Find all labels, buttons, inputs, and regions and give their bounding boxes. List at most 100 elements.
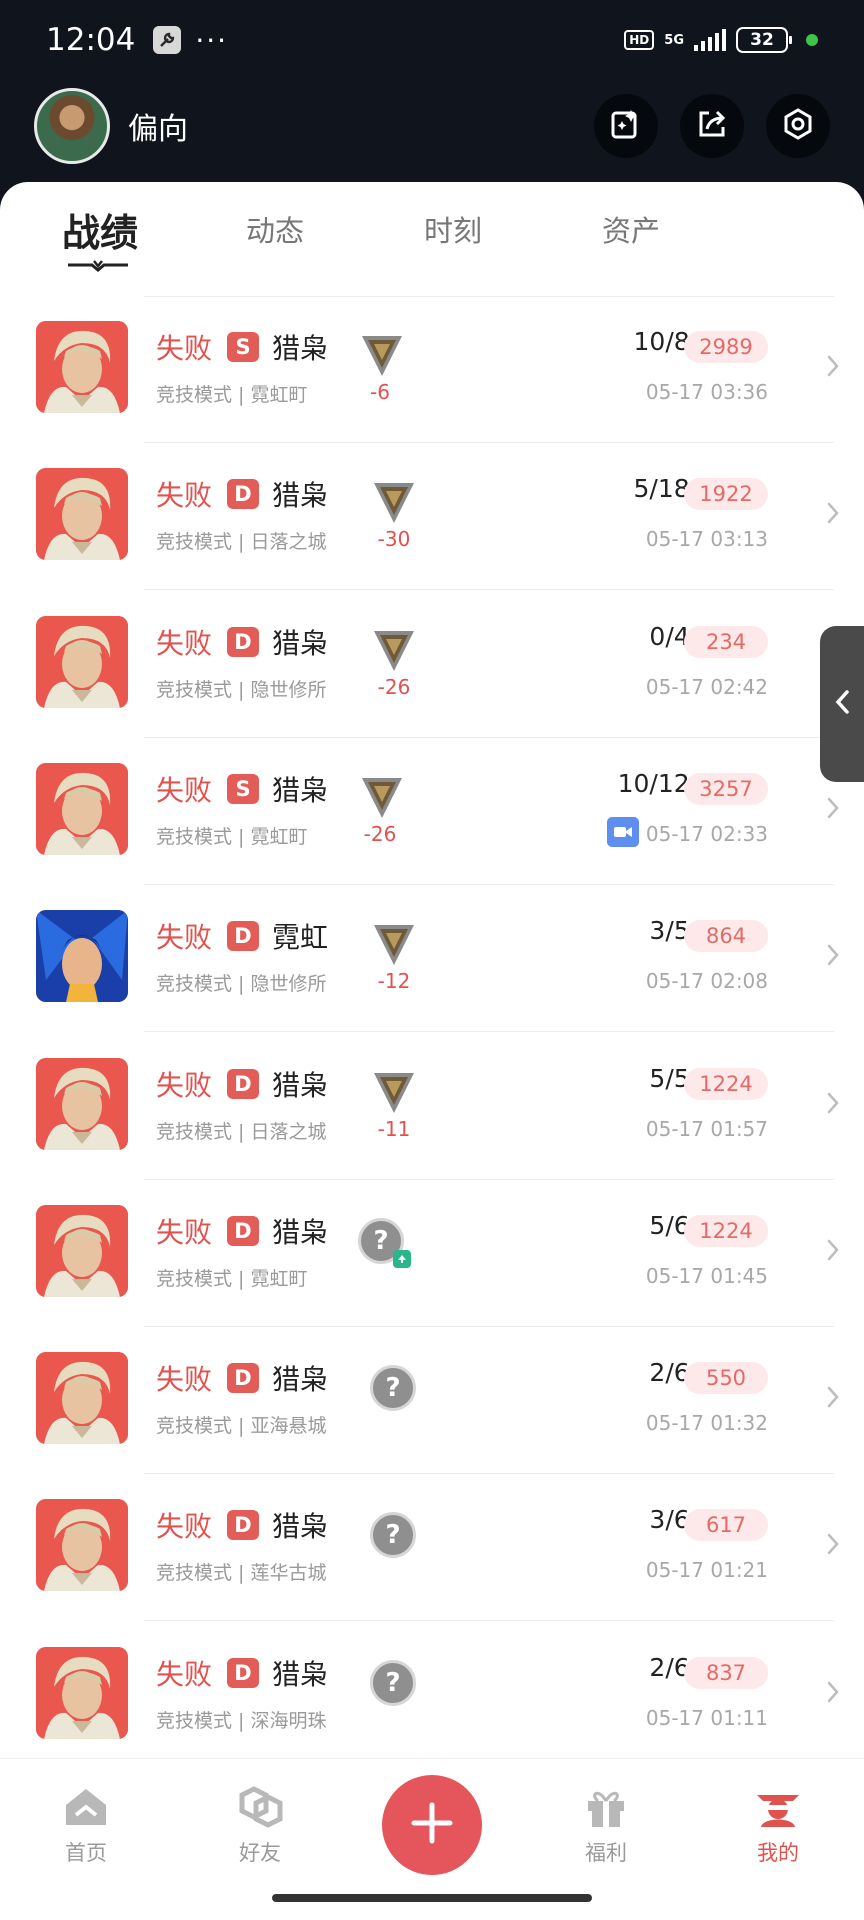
hero-portrait [36,321,128,413]
hero-name: 猎枭 [272,1657,329,1691]
match-result: 失败 [156,479,213,513]
chevron-right-icon [826,501,840,529]
score-badge: 3257 [684,772,768,805]
rank-up-arrow-icon [393,1249,411,1268]
hero-portrait [36,1499,128,1592]
nav-friends[interactable]: 好友 [200,1785,320,1867]
mode-map: 竞技模式 | 日落之城 [156,1120,327,1143]
tab-activity[interactable]: 动态 [246,208,304,250]
rank-change: -26 [363,821,397,846]
avatar[interactable] [34,88,110,164]
match-time: 05-17 01:45 [645,1263,768,1288]
rank-gem-icon [360,772,404,824]
match-row[interactable]: 失败 D 猎枭 竞技模式 | 隐世修所 -26 0/4/0 234 05-17 02:42 [0,591,864,738]
rank-change: -6 [370,380,390,404]
nav-home[interactable]: 首页 [26,1785,146,1867]
match-result: 失败 [156,1363,213,1397]
plus-icon [410,1801,454,1849]
unknown-rank-icon: ? [370,1512,416,1559]
mode-map: 竞技模式 | 隐世修所 [156,973,327,996]
hero-name: 霓虹 [272,921,329,955]
match-row[interactable]: 失败 D 猎枭 竞技模式 | 日落之城 -11 5/5/0 1224 05-17 01:57 [0,1033,864,1180]
hero-portrait [36,762,128,855]
match-row[interactable]: 失败 D 猎枭 竞技模式 | 日落之城 -30 5/18/2 1922 05-17 03:13 [0,443,864,591]
more-dots-icon: ··· [195,23,229,57]
match-result: 失败 [156,1215,213,1249]
mode-map: 竞技模式 | 霓虹町 [156,1267,308,1290]
match-row[interactable]: 失败 D 猎枭 竞技模式 | 霓虹町? 5/6/0 1224 05-17 01:45 [0,1180,864,1327]
friends-icon [236,1786,284,1833]
nav-home-label: 首页 [65,1841,107,1865]
hero-name: 猎枭 [272,773,329,807]
wrench-icon [153,26,182,54]
gift-icon [582,1791,630,1833]
hero-name: 猎枭 [272,1510,329,1544]
settings-button[interactable] [766,94,830,158]
match-row[interactable]: 失败 D 猎枭 竞技模式 | 莲华古城? 3/6/0 617 05-17 01:21 [0,1474,864,1622]
hexagon-settings-icon [781,107,815,145]
rank-grade-badge: D [227,921,259,952]
nav-welfare-label: 福利 [585,1841,627,1865]
sparkle-card-button[interactable] [594,94,658,158]
rank-gem-icon [372,1067,416,1119]
match-result: 失败 [156,1068,213,1102]
rank-grade-badge: D [227,1068,259,1099]
match-row[interactable]: 失败 D 猎枭 竞技模式 | 深海明珠? 2/6/0 837 05-17 01:11 [0,1622,864,1769]
match-time: 05-17 02:42 [645,674,768,699]
tab-assets[interactable]: 资产 [602,208,660,250]
rank-grade-badge: D [227,1510,259,1541]
mode-map: 竞技模式 | 亚海悬城 [156,1415,327,1438]
hero-portrait [36,468,128,561]
nav-me[interactable]: 我的 [718,1785,838,1867]
video-replay-icon[interactable] [607,816,639,847]
hero-portrait [36,910,128,1003]
hero-portrait [36,615,128,708]
profile-name[interactable]: 偏向 [128,104,188,148]
mode-map: 竞技模式 | 深海明珠 [156,1709,327,1732]
mode-map: 竞技模式 | 莲华古城 [156,1562,327,1585]
privacy-indicator-icon [806,34,818,46]
hero-portrait [36,1204,128,1297]
mode-map: 竞技模式 | 隐世修所 [156,678,327,701]
match-result: 失败 [156,773,213,807]
share-button[interactable] [680,94,744,158]
side-drawer-handle[interactable] [820,626,864,782]
match-result: 失败 [156,1657,213,1691]
sparkle-card-icon [609,107,643,145]
score-badge: 234 [684,625,768,658]
chevron-right-icon [826,1385,840,1413]
chevron-right-icon [826,354,840,382]
rank-gem-icon [360,330,404,382]
nav-welfare[interactable]: 福利 [546,1785,666,1867]
match-row[interactable]: 失败 S 猎枭 竞技模式 | 霓虹町 -6 10/8/1 2989 05-17 03:36 [0,296,864,443]
rank-grade-badge: D [227,479,259,510]
add-button[interactable] [382,1775,482,1875]
tab-record[interactable]: 战绩 [62,202,138,257]
rank-gem-icon [372,919,416,971]
hero-portrait [36,1352,128,1445]
tab-moments[interactable]: 时刻 [424,208,482,250]
unknown-rank-icon: ? [370,1659,416,1706]
match-row[interactable]: 失败 S 猎枭 竞技模式 | 霓虹町 -26 10/12/2 3257 05-17 02:33 [0,738,864,885]
rank-grade-badge: D [227,1215,259,1246]
match-time: 05-17 01:11 [645,1705,768,1730]
chevron-right-icon [826,1680,840,1708]
rank-grade-badge: S [227,773,259,804]
score-badge: 617 [684,1509,768,1542]
chevron-right-icon [826,1532,840,1560]
hero-name: 猎枭 [272,1363,329,1397]
match-time: 05-17 02:08 [645,969,768,994]
match-row[interactable]: 失败 D 霓虹 竞技模式 | 隐世修所 -12 3/5/1 864 05-17 02:08 [0,885,864,1033]
hero-portrait [36,1057,128,1150]
hd-badge: HD [624,30,655,50]
rank-grade-badge: D [227,1363,259,1394]
match-row[interactable]: 失败 D 猎枭 竞技模式 | 亚海悬城? 2/6/0 550 05-17 01:32 [0,1327,864,1475]
share-icon [695,107,729,145]
rank-grade-badge: S [227,332,259,362]
rank-change: -11 [377,1116,411,1141]
home-icon [62,1789,110,1833]
match-time: 05-17 01:32 [645,1411,768,1436]
rank-gem-icon [372,477,416,529]
score-badge: 1922 [684,478,768,511]
mode-map: 竞技模式 | 霓虹町 [156,825,308,848]
